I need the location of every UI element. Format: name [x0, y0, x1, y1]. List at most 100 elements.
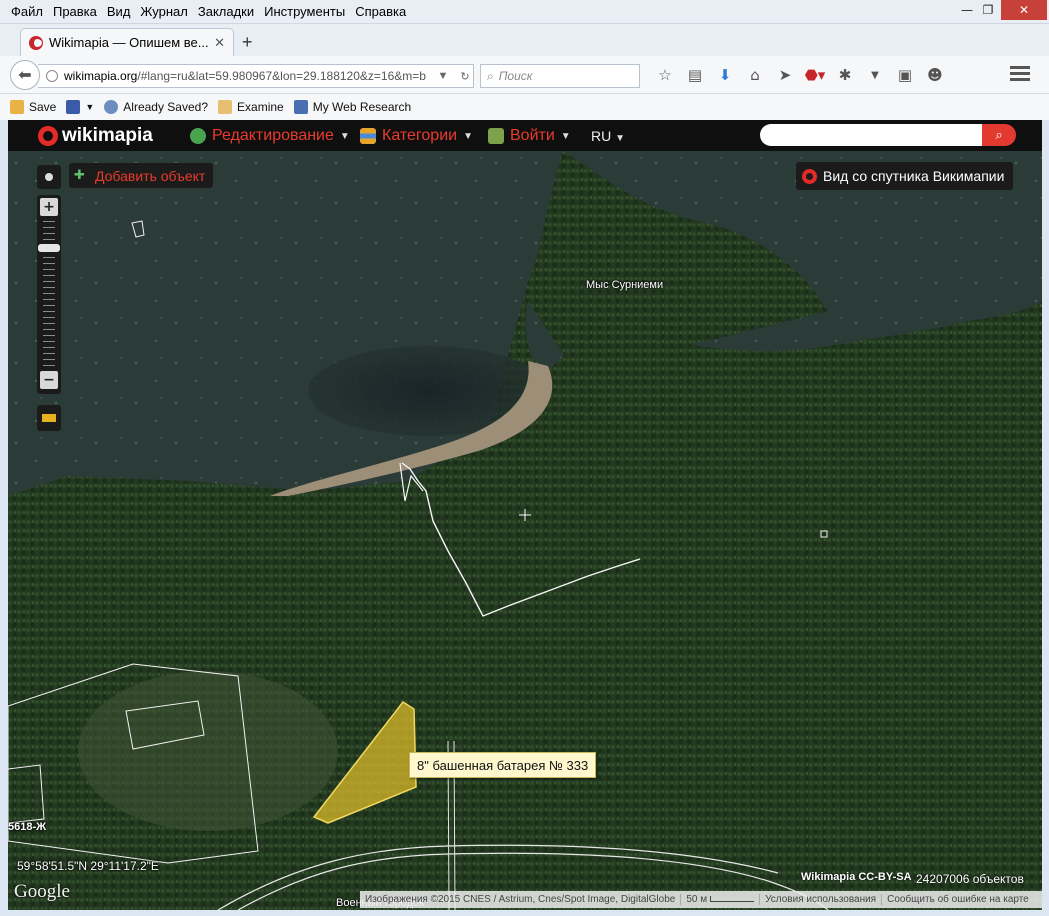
search-bar[interactable]: ⌕ Поиск	[480, 64, 640, 88]
globe-icon	[46, 70, 58, 82]
menu-login[interactable]: Войти ▼	[488, 127, 571, 145]
menu-view[interactable]: Вид	[102, 3, 136, 20]
bookmark-examine[interactable]: Examine	[218, 100, 284, 114]
login-icon	[488, 128, 504, 144]
bookmark-disk[interactable]: ▼	[66, 100, 94, 114]
menu-edit-mode-label: Редактирование	[212, 127, 334, 144]
wikimapia-logo[interactable]: wikimapia	[38, 125, 153, 147]
menu-edit-mode[interactable]: Редактирование ▼	[190, 127, 350, 145]
download-icon[interactable]: ⬇	[710, 62, 740, 88]
wikimapia-logo-icon	[802, 168, 817, 184]
title-bar: Файл Правка Вид Журнал Закладки Инструме…	[0, 0, 1049, 24]
wikimapia-header: wikimapia Редактирование ▼ Категории ▼ В…	[8, 120, 1042, 151]
tab-title: Wikimapia — Опишем ве...	[49, 35, 209, 50]
send-icon[interactable]: ➤	[770, 62, 800, 88]
url-path: /#lang=ru&lat=59.980967&lon=29.188120&z=…	[137, 69, 426, 83]
license-label[interactable]: Wikimapia CC-BY-SA	[801, 871, 912, 883]
floppy-disk-icon	[66, 100, 81, 114]
extension-bug-icon[interactable]: ✱	[830, 62, 860, 88]
bookmark-star-icon[interactable]: ☆	[650, 62, 680, 88]
terms-link[interactable]: Условия использования	[760, 894, 883, 905]
zoom-out-button[interactable]: −	[40, 371, 58, 389]
url-dropdown-icon[interactable]: ▼	[435, 70, 451, 82]
url-host: wikimapia.org	[64, 69, 138, 83]
chevron-down-icon: ▼	[615, 133, 626, 144]
wikimapia-logo-icon	[38, 126, 58, 146]
maximize-button[interactable]: ❐	[974, 0, 1002, 20]
screenshot-icon[interactable]: ▣	[890, 62, 920, 88]
url-text[interactable]: wikimapia.org/#lang=ru&lat=59.980967&lon…	[64, 69, 429, 83]
menu-history[interactable]: Журнал	[135, 3, 192, 20]
zoom-slider[interactable]: + −	[37, 195, 61, 394]
bookmark-save[interactable]: Save	[10, 100, 56, 114]
search-icon: ⌕	[487, 68, 494, 83]
back-button[interactable]: ⬅	[10, 60, 40, 90]
close-window-button[interactable]: ✕	[1001, 0, 1047, 20]
tab-strip: Wikimapia — Опишем ве... ✕ +	[0, 24, 1049, 56]
navigation-bar: wikimapia.org/#lang=ru&lat=59.980967&lon…	[0, 56, 1049, 94]
zoom-handle[interactable]	[38, 244, 60, 252]
reload-icon[interactable]: ↻	[457, 70, 473, 83]
place-label[interactable]: Мыс Сурниеми	[586, 279, 663, 291]
add-object-label: Добавить объект	[95, 167, 206, 184]
chevron-down-icon: ▼	[463, 130, 473, 142]
zoom-track[interactable]	[43, 221, 55, 367]
menu-edit[interactable]: Правка	[48, 3, 102, 20]
bookmark-disk-dropdown-icon[interactable]: ▼	[85, 102, 94, 112]
satellite-view-button[interactable]: Вид со спутника Викимапии	[796, 162, 1014, 190]
menu-file[interactable]: Файл	[6, 3, 48, 20]
chevron-down-icon: ▼	[339, 130, 350, 142]
menu-tools[interactable]: Инструменты	[259, 3, 350, 20]
imagery-credit: Изображения ©2015 CNES / Astrium, Cnes/S…	[360, 894, 682, 905]
zoom-in-button[interactable]: +	[40, 198, 58, 216]
language-label: RU	[591, 128, 612, 144]
objects-count: 24207006 объектов	[916, 872, 1024, 886]
bookmark-my-web-research-label: My Web Research	[312, 100, 412, 114]
bookmark-already-saved-label: Already Saved?	[123, 100, 209, 114]
bookmark-examine-label: Examine	[237, 100, 284, 114]
bookmark-already-saved[interactable]: Already Saved?	[104, 100, 208, 114]
add-object-button[interactable]: ✚ Добавить объект	[69, 163, 214, 188]
categories-icon	[360, 128, 376, 144]
tab-wikimapia[interactable]: Wikimapia — Опишем ве... ✕	[20, 28, 234, 56]
add-object-icon: ✚	[74, 167, 85, 183]
toolbar-icons: ☆ ▤ ⬇ ⌂ ➤ ⬣▾ ✱ ▼ ▣ ☻	[650, 62, 950, 88]
adblock-icon[interactable]: ⬣▾	[800, 62, 830, 88]
map-search-input[interactable]	[760, 124, 982, 146]
satellite-imagery	[8, 151, 1042, 910]
web-research-icon	[293, 100, 308, 114]
wikimapia-favicon-icon	[29, 35, 43, 50]
menu-help[interactable]: Справка	[350, 3, 411, 20]
new-tab-button[interactable]: +	[242, 32, 253, 53]
satellite-view-label: Вид со спутника Викимапии	[823, 168, 1005, 184]
road-label: 5618-Ж	[8, 821, 47, 833]
url-bar[interactable]: wikimapia.org/#lang=ru&lat=59.980967&lon…	[38, 64, 474, 88]
coordinates-readout: 59°58'51.5"N 29°11'17.2"E	[17, 859, 159, 873]
locate-button[interactable]	[37, 165, 61, 189]
satellite-map[interactable]: ✚ Добавить объект + − Вид со спутника Ви…	[8, 151, 1042, 910]
reading-list-icon[interactable]: ▤	[680, 62, 710, 88]
wikimapia-logo-text: wikimapia	[62, 125, 153, 146]
menu-categories-label: Категории	[382, 127, 458, 144]
menu-hamburger-icon[interactable]	[1010, 66, 1030, 84]
map-search-button[interactable]: ⌕	[982, 124, 1016, 146]
examine-icon	[218, 100, 233, 114]
language-selector[interactable]: RU ▼	[591, 128, 625, 144]
menu-bookmarks[interactable]: Закладки	[193, 3, 259, 20]
chat-icon[interactable]: ☻	[920, 62, 950, 88]
toolbar-dropdown-icon[interactable]: ▼	[860, 62, 890, 88]
menu-login-label: Войти	[510, 127, 555, 144]
bookmark-my-web-research[interactable]: My Web Research	[293, 100, 412, 114]
report-error-link[interactable]: Сообщить об ошибке на карте	[882, 894, 1034, 905]
ruler-icon[interactable]	[37, 405, 61, 431]
menu-categories[interactable]: Категории ▼	[360, 127, 473, 145]
home-icon[interactable]: ⌂	[740, 62, 770, 88]
scale-label: 50 м	[686, 894, 708, 905]
google-logo[interactable]: Google	[14, 881, 70, 903]
already-saved-icon	[104, 100, 119, 114]
scale-line	[710, 896, 755, 903]
scale-bar: 50 м	[681, 894, 761, 905]
chevron-down-icon: ▼	[560, 130, 571, 142]
bookmarks-bar: Save ▼ Already Saved? Examine My Web Res…	[0, 94, 1049, 120]
tab-close-icon[interactable]: ✕	[214, 35, 225, 51]
